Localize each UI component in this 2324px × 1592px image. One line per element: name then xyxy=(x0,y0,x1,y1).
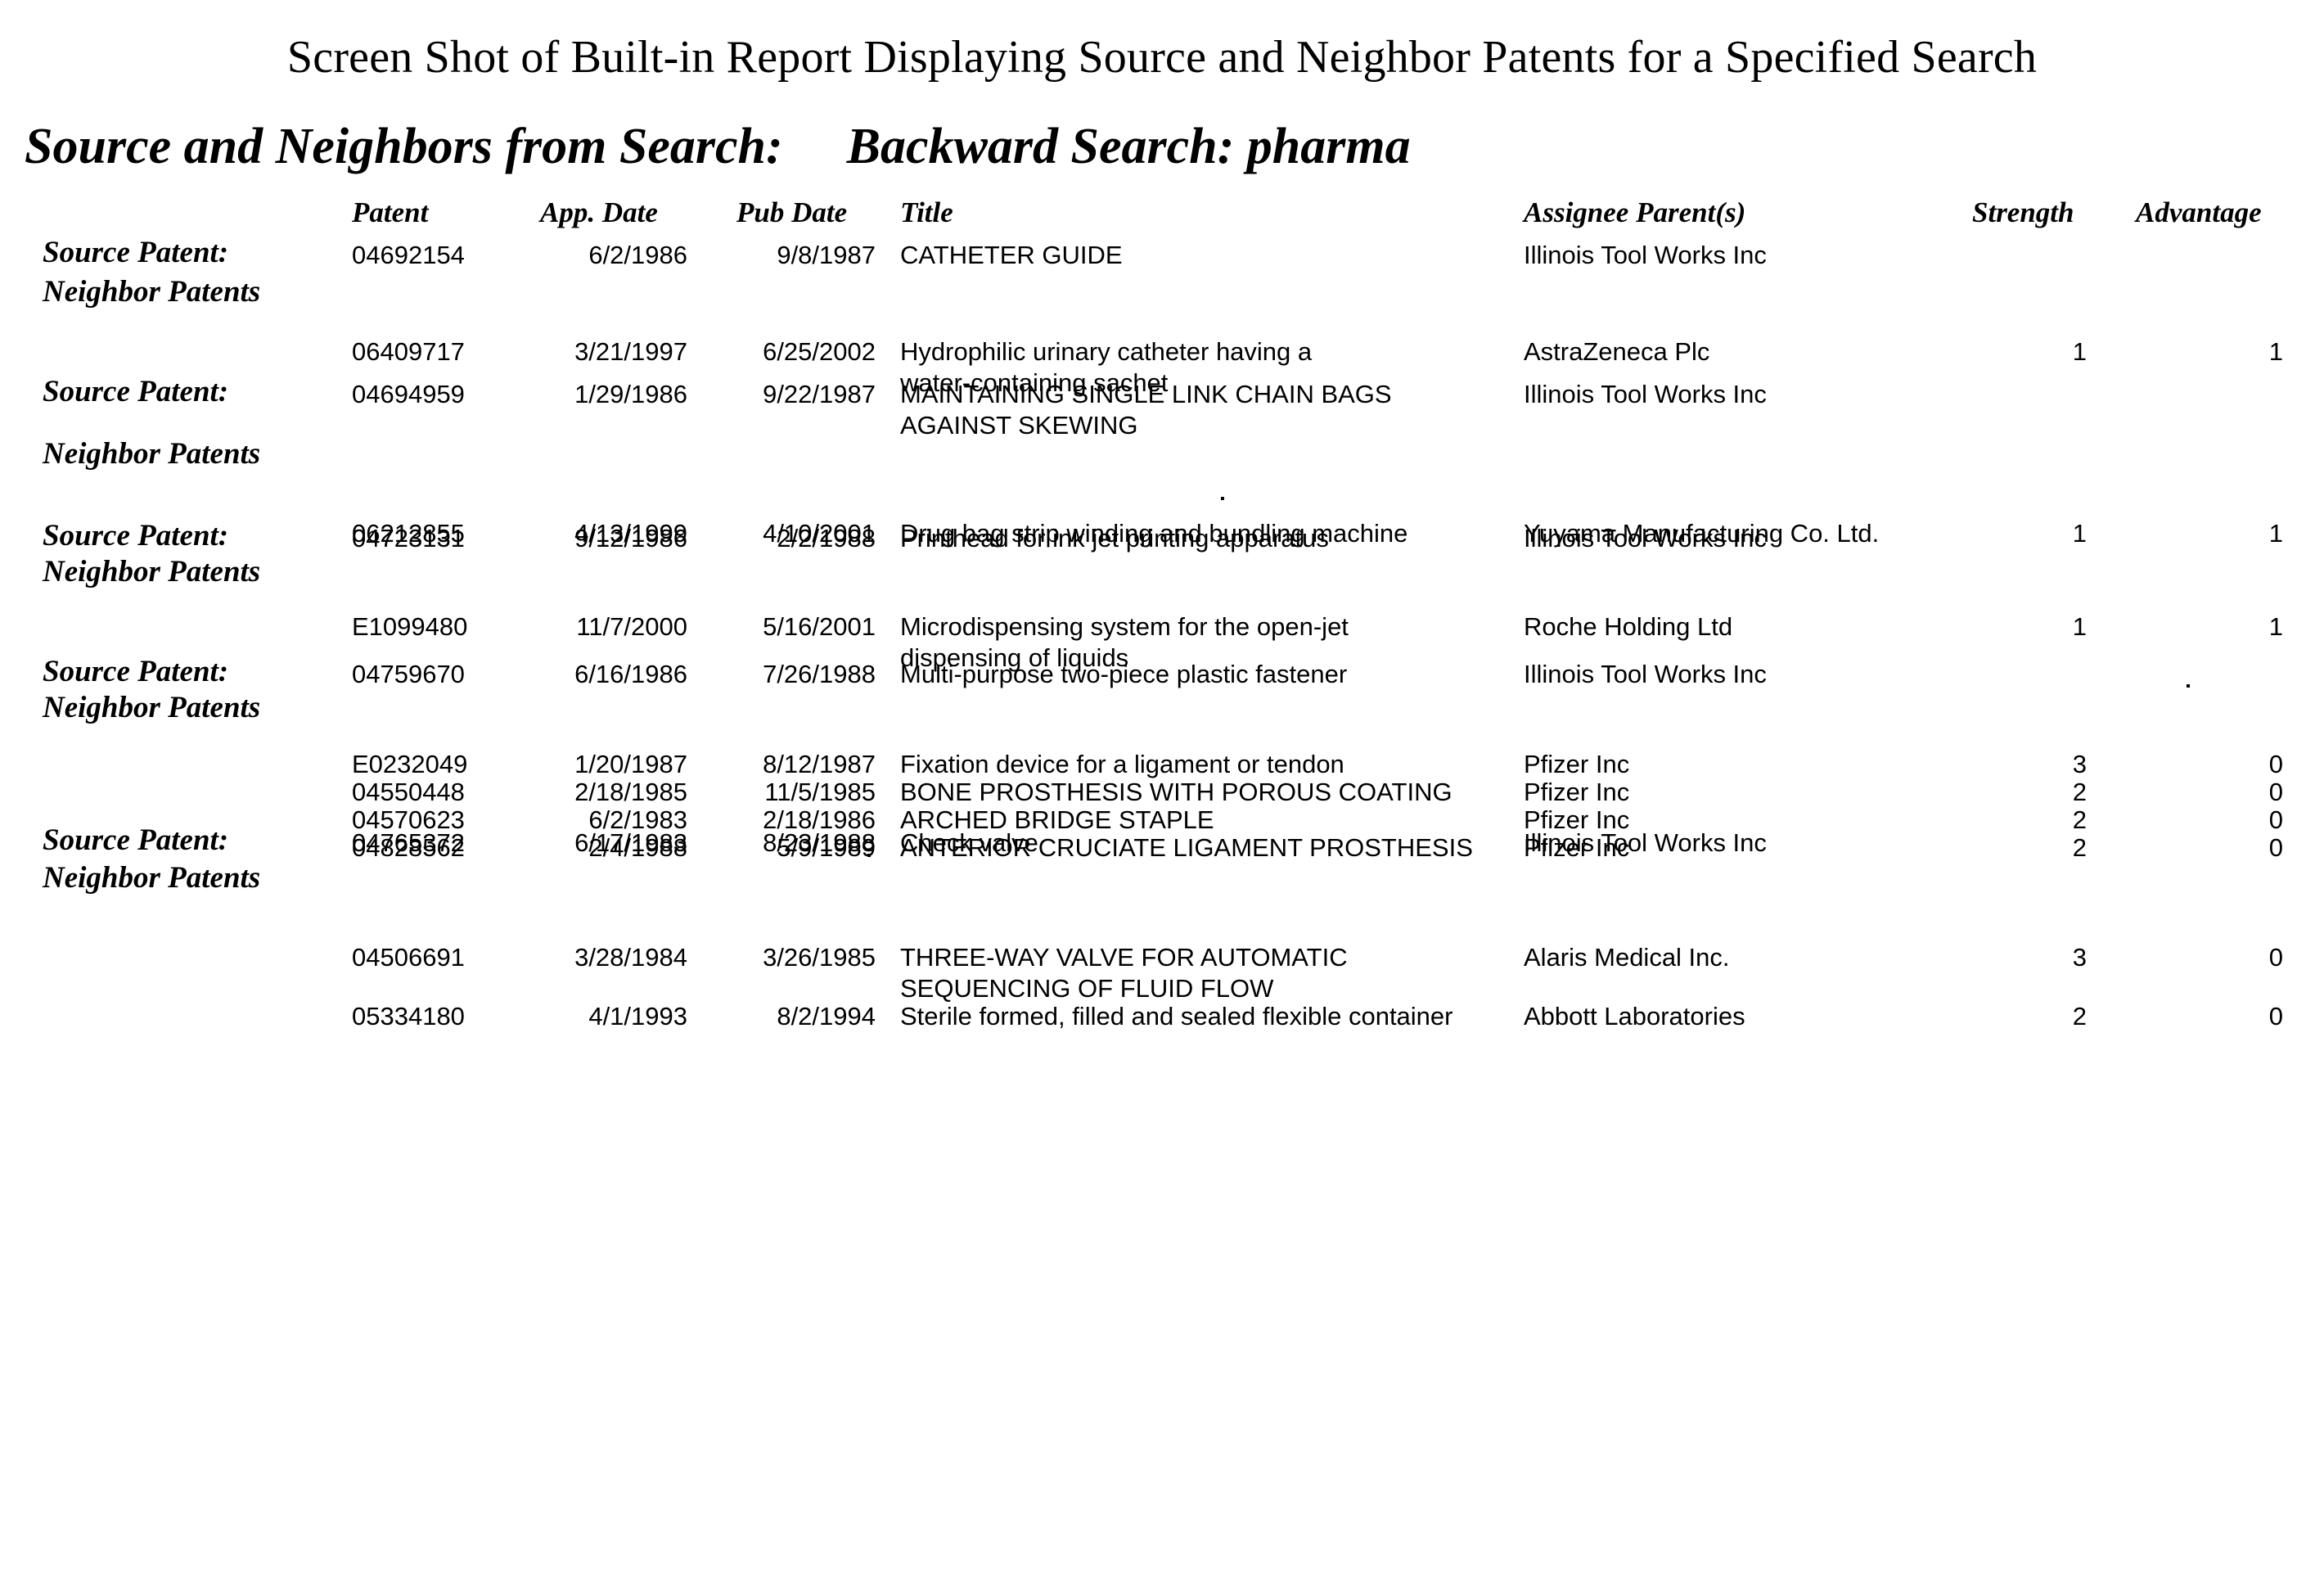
neighbor-patent-patent: 04506691 xyxy=(352,943,465,972)
neighbor-patent-title: Sterile formed, filled and sealed flexib… xyxy=(900,1002,1453,1031)
source-patent-pub-date: 2/2/1988 xyxy=(777,524,876,552)
neighbor-patent-title: Microdispensing system for the open-jet xyxy=(900,612,1349,641)
source-patent-patent: 04694959 xyxy=(352,380,465,408)
source-patent-label: Source Patent: xyxy=(43,823,229,857)
neighbor-patent-strength: 2 xyxy=(2072,778,2087,806)
neighbor-patent-advantage: 0 xyxy=(2268,778,2283,806)
neighbor-patent-title-line2: SEQUENCING OF FLUID FLOW xyxy=(900,974,1274,1003)
column-header-patent: Patent xyxy=(352,196,429,228)
source-patent-app-date: 6/17/1983 xyxy=(574,828,687,857)
neighbor-patent-advantage: 0 xyxy=(2268,833,2283,862)
neighbor-patent-strength: 2 xyxy=(2072,1002,2087,1031)
neighbor-patent-advantage: 0 xyxy=(2268,805,2283,834)
neighbor-patent-strength: 2 xyxy=(2072,833,2087,862)
source-patent-assignee: Illinois Tool Works Inc xyxy=(1524,660,1767,688)
neighbor-patent-advantage: 1 xyxy=(2268,612,2283,641)
source-patent-title: MAINTAINING SINGLE LINK CHAIN BAGS xyxy=(900,380,1392,408)
source-patent-assignee: Illinois Tool Works Inc xyxy=(1524,241,1767,269)
neighbor-patent-assignee: Alaris Medical Inc. xyxy=(1524,943,1730,972)
source-patent-patent: 04692154 xyxy=(352,241,465,269)
neighbor-patent-advantage: 1 xyxy=(2268,519,2283,548)
neighbor-patent-advantage: 0 xyxy=(2268,750,2283,778)
column-header-advantage: Advantage xyxy=(2136,196,2262,228)
neighbor-patent-app-date: 1/20/1987 xyxy=(574,750,687,778)
source-patent-app-date: 9/12/1986 xyxy=(574,524,687,552)
source-patent-pub-date: 7/26/1988 xyxy=(763,660,876,688)
neighbor-patent-assignee: Pfizer Inc xyxy=(1524,750,1630,778)
source-patent-assignee: Illinois Tool Works Inc xyxy=(1524,828,1767,857)
column-header-strength: Strength xyxy=(1972,196,2074,228)
neighbor-patents-label: Neighbor Patents xyxy=(43,555,261,589)
figure-caption: Screen Shot of Built-in Report Displayin… xyxy=(286,32,2038,83)
neighbor-patent-patent: E1099480 xyxy=(352,612,468,641)
neighbor-patent-advantage: 1 xyxy=(2268,337,2283,366)
report-heading: Source and Neighbors from Search: Backwar… xyxy=(0,83,2324,176)
source-patent-patent: 04759670 xyxy=(352,660,465,688)
neighbor-patent-patent: 05334180 xyxy=(352,1002,465,1031)
neighbor-patent-advantage: 0 xyxy=(2268,1002,2283,1031)
source-patent-assignee: Illinois Tool Works Inc xyxy=(1524,380,1767,408)
source-patent-title: CATHETER GUIDE xyxy=(900,241,1123,269)
neighbor-patents-label: Neighbor Patents xyxy=(43,691,261,724)
neighbor-patent-assignee: Abbott Laboratories xyxy=(1524,1002,1745,1031)
neighbor-patent-title: Hydrophilic urinary catheter having a xyxy=(900,337,1313,366)
neighbor-patent-pub-date: 6/25/2002 xyxy=(763,337,876,366)
source-patent-app-date: 6/16/1986 xyxy=(574,660,687,688)
source-patent-patent: 04723131 xyxy=(352,524,465,552)
column-header-assignee: Assignee Parent(s) xyxy=(1524,196,1746,228)
neighbor-patent-app-date: 2/18/1985 xyxy=(574,778,687,806)
source-patent-title: Printhead for ink jet printing apparatus xyxy=(900,524,1329,552)
scan-artifact-speck xyxy=(1221,497,1224,500)
scan-artifact-speck xyxy=(867,854,871,857)
neighbor-patent-pub-date: 5/16/2001 xyxy=(763,612,876,641)
column-header-app-date: App. Date xyxy=(540,196,658,228)
source-patent-pub-date: 9/8/1987 xyxy=(777,241,876,269)
neighbor-patent-app-date: 3/28/1984 xyxy=(574,943,687,972)
source-patent-pub-date: 8/23/1988 xyxy=(763,828,876,857)
neighbor-patents-label: Neighbor Patents xyxy=(43,275,261,309)
neighbor-patent-patent: 04550448 xyxy=(352,778,465,806)
neighbor-patent-pub-date: 3/26/1985 xyxy=(763,943,876,972)
neighbor-patent-strength: 1 xyxy=(2072,612,2087,641)
neighbor-patent-app-date: 3/21/1997 xyxy=(574,337,687,366)
source-patent-app-date: 1/29/1986 xyxy=(574,380,687,408)
source-patent-assignee: Illinois Tool Works Inc xyxy=(1524,524,1767,552)
source-patent-pub-date: 9/22/1987 xyxy=(763,380,876,408)
neighbor-patent-pub-date: 8/2/1994 xyxy=(777,1002,876,1031)
report-heading-label: Source and Neighbors from Search: xyxy=(25,119,783,174)
neighbor-patent-strength: 2 xyxy=(2072,805,2087,834)
neighbor-patent-pub-date: 11/5/1985 xyxy=(764,778,876,806)
source-patent-label: Source Patent: xyxy=(43,236,229,269)
neighbor-patent-patent: 06409717 xyxy=(352,337,465,366)
neighbor-patent-advantage: 0 xyxy=(2268,943,2283,972)
neighbor-patents-label: Neighbor Patents xyxy=(43,437,261,471)
column-header-pub-date: Pub Date xyxy=(736,196,848,228)
scan-artifact-speck xyxy=(2187,684,2190,688)
source-patent-title: Multi-purpose two-piece plastic fastener xyxy=(900,660,1348,688)
source-patent-label: Source Patent: xyxy=(43,655,229,688)
neighbor-patent-assignee: AstraZeneca Plc xyxy=(1524,337,1710,366)
neighbor-patent-pub-date: 8/12/1987 xyxy=(763,750,876,778)
neighbor-patent-assignee: Roche Holding Ltd xyxy=(1524,612,1733,641)
source-patent-title: Check valve xyxy=(900,828,1038,857)
neighbor-patent-assignee: Pfizer Inc xyxy=(1524,778,1630,806)
neighbor-patent-patent: E0232049 xyxy=(352,750,468,778)
source-patent-title-line2: AGAINST SKEWING xyxy=(900,411,1138,440)
neighbor-patent-app-date: 11/7/2000 xyxy=(576,612,687,641)
neighbor-patent-strength: 1 xyxy=(2072,519,2087,548)
source-patent-patent: 04765372 xyxy=(352,828,465,857)
neighbor-patent-app-date: 4/1/1993 xyxy=(588,1002,687,1031)
source-patent-app-date: 6/2/1986 xyxy=(588,241,687,269)
column-header-title: Title xyxy=(900,196,953,228)
neighbor-patent-strength: 3 xyxy=(2072,943,2087,972)
neighbor-patent-title: THREE-WAY VALVE FOR AUTOMATIC xyxy=(900,943,1348,972)
source-patent-label: Source Patent: xyxy=(43,519,229,552)
neighbor-patent-strength: 3 xyxy=(2072,750,2087,778)
report-heading-search-value: Backward Search: pharma xyxy=(846,119,1411,174)
source-patent-label: Source Patent: xyxy=(43,375,229,408)
neighbor-patent-title: Fixation device for a ligament or tendon xyxy=(900,750,1344,778)
neighbor-patent-strength: 1 xyxy=(2072,337,2087,366)
neighbor-patent-title: BONE PROSTHESIS WITH POROUS COATING xyxy=(900,778,1452,806)
neighbor-patents-label: Neighbor Patents xyxy=(43,861,261,895)
